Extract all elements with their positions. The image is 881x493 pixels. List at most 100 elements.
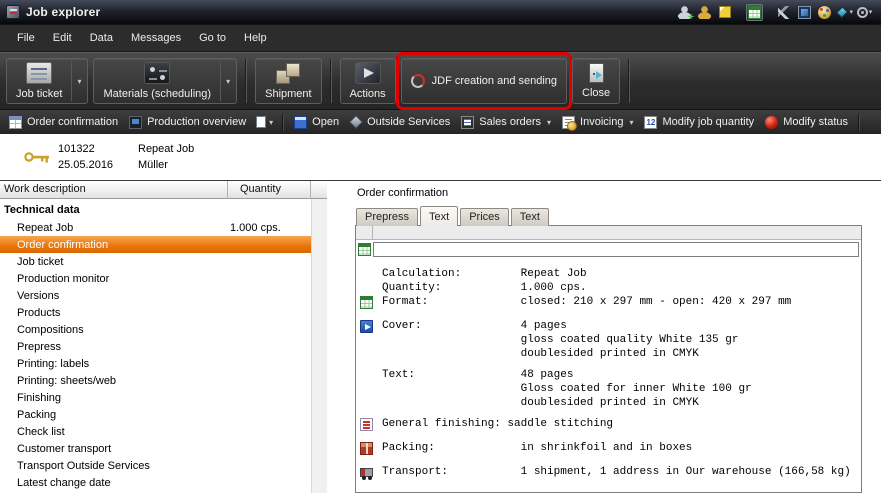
menu-item[interactable]: Go to xyxy=(190,28,235,48)
detail-tab[interactable]: Text xyxy=(420,206,458,226)
job-explorer-window: Job explorer xyxy=(0,0,881,493)
detail-row: Format: closed: 210 x 297 mm - open: 420… xyxy=(356,295,861,312)
tree-item[interactable]: Repeat Job 1.000 cps. xyxy=(0,219,311,236)
dropdown-arrow-icon: ▾ xyxy=(269,118,273,127)
job-customer: Müller xyxy=(138,159,194,172)
secondary-toolbar: Order confirmation Production overview ▾… xyxy=(0,109,881,134)
user-gold-icon xyxy=(698,6,711,19)
work-description-panel: Work description Quantity Technical data… xyxy=(0,181,327,493)
detail-row-text: General finishing: saddle stitching xyxy=(382,417,613,434)
tree-item[interactable]: Job ticket xyxy=(0,253,311,270)
close-button[interactable]: Close xyxy=(572,58,620,104)
detail-rows: Calculation: Repeat Job Quantity: 1.000 … xyxy=(356,259,861,487)
titlebar-tool[interactable] xyxy=(696,4,713,21)
materials-button[interactable]: Materials (scheduling) ▾ xyxy=(93,58,237,104)
toolbar-separator xyxy=(858,114,860,131)
jdf-button[interactable]: JDF creation and sending xyxy=(401,58,567,104)
titlebar-tool[interactable] xyxy=(796,4,813,21)
menu-item[interactable]: Data xyxy=(81,28,122,48)
jdf-icon xyxy=(411,74,425,88)
outside-services-button[interactable]: Outside Services xyxy=(345,114,455,130)
modify-status-button[interactable]: Modify status xyxy=(760,114,853,131)
tree-item[interactable]: Printing: labels xyxy=(0,355,311,372)
order-confirmation-button[interactable]: Order confirmation xyxy=(4,114,123,131)
column-header-spacer xyxy=(311,181,327,199)
detail-grid-field[interactable] xyxy=(373,242,859,257)
detail-row-text: Transport: 1 shipment, 1 address in Our … xyxy=(382,465,851,480)
column-header-work-description[interactable]: Work description xyxy=(0,181,228,199)
tree-item[interactable]: Versions xyxy=(0,287,311,304)
tree-item[interactable]: Prepress xyxy=(0,338,311,355)
tree-item[interactable]: Products xyxy=(0,304,311,321)
titlebar-tool[interactable] xyxy=(716,4,733,21)
tree-item[interactable]: Printing: sheets/web xyxy=(0,372,311,389)
detail-content: Calculation: Repeat Job Quantity: 1.000 … xyxy=(355,225,862,493)
menu-bar: File Edit Data Messages Go to Help xyxy=(0,24,881,52)
order-confirmation-panel: Order confirmation Prepress Text Prices … xyxy=(352,181,881,493)
window-title: Job explorer xyxy=(26,5,100,19)
sales-orders-button[interactable]: Sales orders ▾ xyxy=(456,114,556,131)
toolbar-separator xyxy=(330,59,332,103)
tree-item[interactable]: Finishing xyxy=(0,389,311,406)
titlebar-tool[interactable] xyxy=(776,4,793,21)
job-ticket-icon xyxy=(26,62,52,84)
calculator-icon xyxy=(748,6,761,19)
detail-row: Transport: 1 shipment, 1 address in Our … xyxy=(356,465,861,480)
tree-item[interactable]: Transport Outside Services xyxy=(0,457,311,474)
tree-item[interactable]: Customer transport xyxy=(0,440,311,457)
detail-row-text: Cover: 4 pages gloss coated quality Whit… xyxy=(382,319,738,361)
detail-row-text: Format: closed: 210 x 297 mm - open: 420… xyxy=(382,295,791,312)
menu-item[interactable]: File xyxy=(8,28,44,48)
tree-item[interactable]: Packing xyxy=(0,406,311,423)
tree-item[interactable]: Compositions xyxy=(0,321,311,338)
job-ticket-button[interactable]: Job ticket ▾ xyxy=(6,58,88,104)
titlebar-tool[interactable] xyxy=(746,4,763,21)
production-overview-icon xyxy=(129,116,142,129)
tree-item[interactable]: Latest change date xyxy=(0,474,311,491)
close-icon xyxy=(589,63,604,83)
detail-row-text: Calculation: Repeat Job Quantity: 1.000 … xyxy=(382,267,587,295)
finishing-icon xyxy=(360,418,373,431)
main-area: Work description Quantity Technical data… xyxy=(0,181,881,493)
dropdown-arrow-icon[interactable]: ▾ xyxy=(71,61,81,101)
detail-row: Packing: in shrinkfoil and in boxes xyxy=(356,441,861,458)
menu-item[interactable]: Help xyxy=(235,28,276,48)
open-icon xyxy=(294,116,307,129)
tree-body: Technical data Repeat Job 1.000 cps. Ord… xyxy=(0,199,311,493)
transport-icon xyxy=(360,468,373,477)
open-button[interactable]: Open xyxy=(289,114,344,131)
invoicing-button[interactable]: Invoicing ▾ xyxy=(557,114,638,131)
menu-item[interactable]: Messages xyxy=(122,28,190,48)
titlebar-tool[interactable] xyxy=(676,4,693,21)
column-header-quantity[interactable]: Quantity xyxy=(228,181,311,199)
tree-scrollbar[interactable] xyxy=(311,199,327,493)
detail-tab[interactable]: Prepress xyxy=(356,208,418,226)
detail-row: Text: 48 pages Gloss coated for inner Wh… xyxy=(356,368,861,410)
production-overview-pages-button[interactable]: ▾ xyxy=(252,114,277,130)
titlebar-tool[interactable]: ▾ xyxy=(836,4,853,21)
production-overview-button[interactable]: Production overview xyxy=(124,114,251,131)
titlebar-tool[interactable]: ▾ xyxy=(856,4,873,21)
titlebar-tool[interactable] xyxy=(816,4,833,21)
tree-item[interactable]: Check list xyxy=(0,423,311,440)
detail-row: Cover: 4 pages gloss coated quality Whit… xyxy=(356,319,861,361)
add-user-icon xyxy=(678,6,691,19)
outside-services-icon xyxy=(349,115,363,129)
dropdown-arrow-icon[interactable]: ▾ xyxy=(220,61,230,101)
tree-item[interactable]: Order confirmation xyxy=(0,236,311,253)
notes-icon xyxy=(719,6,731,18)
shipment-button[interactable]: Shipment xyxy=(255,58,321,104)
detail-tab[interactable]: Text xyxy=(511,208,549,226)
modify-job-quantity-button[interactable]: Modify job quantity xyxy=(639,114,759,131)
tree-root-technical-data[interactable]: Technical data xyxy=(0,202,311,219)
detail-grid-header-icon-cell xyxy=(356,226,373,240)
detail-row-text: Text: 48 pages Gloss coated for inner Wh… xyxy=(382,368,752,410)
detail-grid-header-cell xyxy=(373,226,861,240)
tree-item[interactable]: Production monitor xyxy=(0,270,311,287)
modify-status-icon xyxy=(765,116,778,129)
detail-tab[interactable]: Prices xyxy=(460,208,509,226)
actions-button[interactable]: Actions xyxy=(340,58,396,104)
menu-item[interactable]: Edit xyxy=(44,28,81,48)
detail-tabs: Prepress Text Prices Text xyxy=(355,204,881,225)
panel-splitter[interactable] xyxy=(327,181,352,493)
